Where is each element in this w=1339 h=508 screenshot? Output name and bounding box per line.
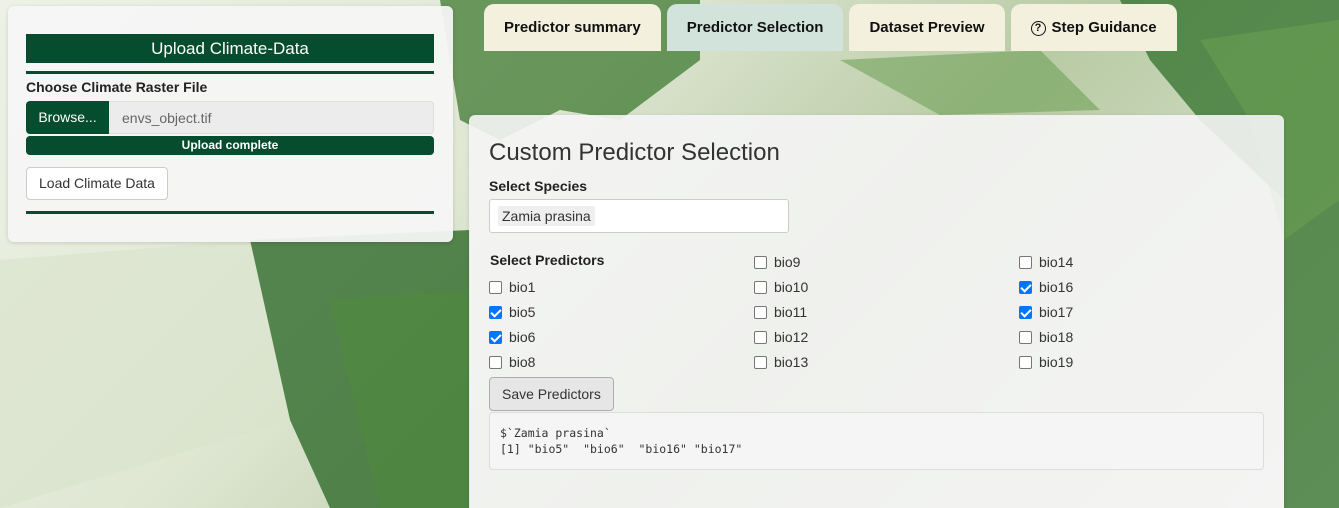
tab-predictor-selection[interactable]: Predictor Selection	[666, 4, 844, 51]
upload-panel-header: Upload Climate-Data	[26, 34, 434, 63]
checkbox-label: bio6	[509, 329, 536, 345]
checkbox-box[interactable]	[1019, 255, 1032, 269]
checkbox-box[interactable]	[1019, 355, 1032, 369]
checkbox-bio16[interactable]: bio16	[1019, 277, 1073, 297]
checkbox-box[interactable]	[754, 355, 767, 369]
checkbox-label: bio9	[774, 254, 801, 270]
checkbox-box[interactable]	[489, 355, 502, 369]
panel-title: Custom Predictor Selection	[489, 139, 780, 166]
species-label: Select Species	[489, 178, 588, 194]
checkbox-box[interactable]	[1019, 280, 1032, 294]
tab-label: Dataset Preview	[869, 19, 985, 36]
checkbox-box[interactable]	[489, 330, 502, 344]
checkbox-label: bio10	[774, 279, 809, 295]
upload-climate-panel: Upload Climate-Data Choose Climate Raste…	[8, 6, 453, 242]
tab-label: Predictor summary	[504, 19, 641, 36]
divider	[26, 211, 434, 214]
checkbox-bio6[interactable]: bio6	[489, 327, 535, 347]
checkbox-bio19[interactable]: bio19	[1019, 352, 1073, 372]
checkbox-bio11[interactable]: bio11	[754, 302, 807, 322]
file-input-group: Browse... envs_object.tif	[26, 101, 434, 134]
selection-output: $`Zamia prasina` [1] "bio5" "bio6" "bio16…	[489, 412, 1264, 470]
load-climate-data-button[interactable]: Load Climate Data	[26, 167, 168, 200]
predictors-label: Select Predictors	[490, 252, 605, 268]
checkbox-label: bio11	[774, 304, 808, 320]
file-input-label: Choose Climate Raster File	[26, 79, 208, 95]
tab-bar: Predictor summary Predictor Selection Da…	[484, 4, 1183, 51]
save-predictors-button[interactable]: Save Predictors	[489, 377, 614, 411]
checkbox-label: bio16	[1039, 279, 1074, 295]
question-circle-icon: ?	[1030, 21, 1046, 36]
checkbox-box[interactable]	[489, 280, 502, 294]
checkbox-label: bio1	[509, 279, 536, 295]
file-name-field[interactable]: envs_object.tif	[109, 101, 434, 134]
tab-label: Step Guidance	[1051, 19, 1157, 36]
checkbox-label: bio5	[509, 304, 536, 320]
checkbox-bio9[interactable]: bio9	[754, 252, 800, 272]
checkbox-bio5[interactable]: bio5	[489, 302, 535, 322]
checkbox-box[interactable]	[754, 280, 767, 294]
checkbox-bio13[interactable]: bio13	[754, 352, 808, 372]
output-line: [1] "bio5" "bio6" "bio16" "bio17"	[500, 442, 743, 456]
checkbox-label: bio14	[1039, 254, 1074, 270]
checkbox-bio1[interactable]: bio1	[489, 277, 535, 297]
tab-step-guidance[interactable]: ? Step Guidance	[1010, 4, 1177, 51]
browse-button[interactable]: Browse...	[26, 101, 109, 134]
tab-label: Predictor Selection	[686, 19, 824, 36]
checkbox-label: bio17	[1039, 304, 1074, 320]
divider	[26, 71, 434, 74]
checkbox-bio14[interactable]: bio14	[1019, 252, 1073, 272]
predictor-checkbox-group: Select Predictors bio1 bio5 bio6 bio8 bi…	[489, 250, 1269, 375]
checkbox-bio10[interactable]: bio10	[754, 277, 808, 297]
checkbox-box[interactable]	[754, 255, 767, 269]
upload-progress-bar: Upload complete	[26, 136, 434, 155]
checkbox-bio18[interactable]: bio18	[1019, 327, 1073, 347]
checkbox-box[interactable]	[1019, 330, 1032, 344]
species-selected-value: Zamia prasina	[498, 206, 595, 226]
checkbox-bio12[interactable]: bio12	[754, 327, 808, 347]
checkbox-box[interactable]	[1019, 305, 1032, 319]
checkbox-bio8[interactable]: bio8	[489, 352, 535, 372]
checkbox-label: bio12	[774, 329, 809, 345]
checkbox-label: bio19	[1039, 354, 1074, 370]
predictor-selection-panel: Custom Predictor Selection Select Specie…	[469, 115, 1284, 508]
checkbox-box[interactable]	[754, 305, 767, 319]
tab-dataset-preview[interactable]: Dataset Preview	[849, 4, 1005, 51]
output-line: $`Zamia prasina`	[500, 426, 611, 440]
checkbox-label: bio18	[1039, 329, 1074, 345]
checkbox-box[interactable]	[754, 330, 767, 344]
tab-predictor-summary[interactable]: Predictor summary	[484, 4, 661, 51]
checkbox-bio17[interactable]: bio17	[1019, 302, 1073, 322]
checkbox-box[interactable]	[489, 305, 502, 319]
checkbox-label: bio13	[774, 354, 809, 370]
species-select[interactable]: Zamia prasina	[489, 199, 789, 233]
checkbox-label: bio8	[509, 354, 536, 370]
